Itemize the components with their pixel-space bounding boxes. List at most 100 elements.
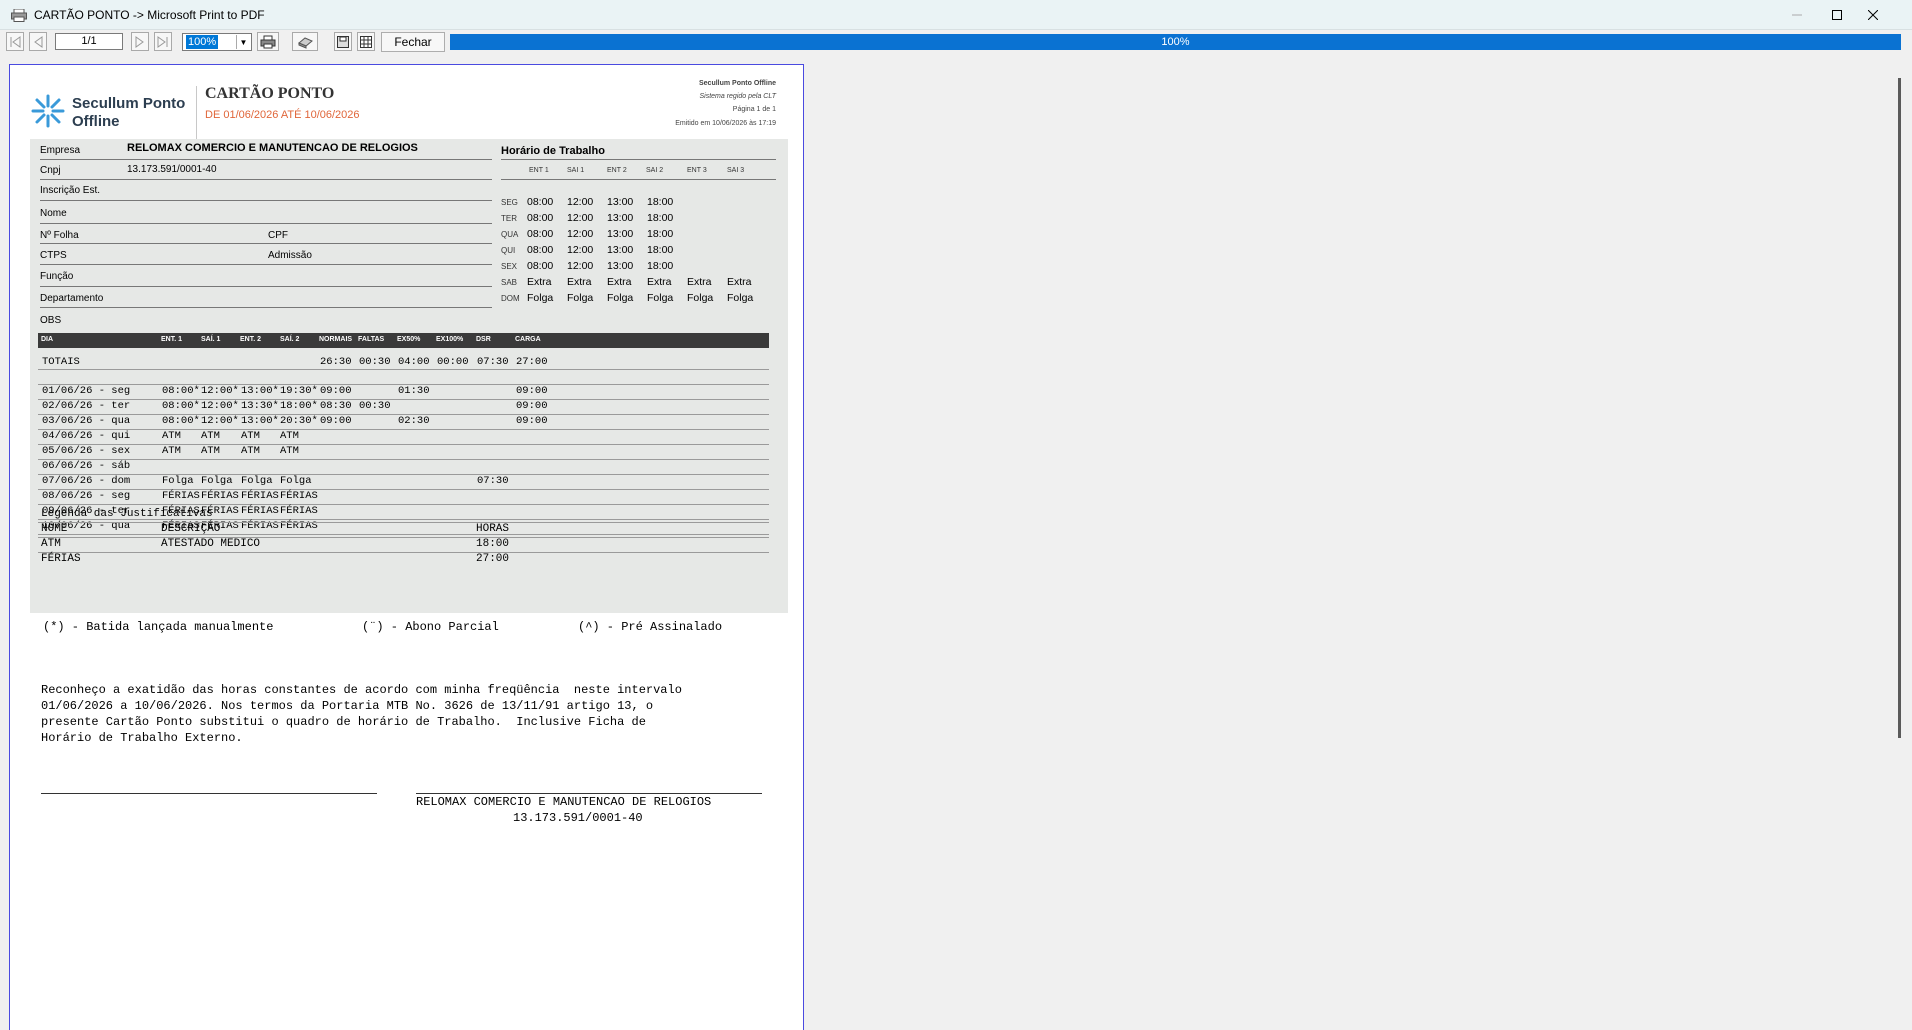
grid-header-cell: SAÍ. 2 xyxy=(280,336,300,343)
next-page-button[interactable] xyxy=(131,32,149,51)
horario-col-header: ENT 1 xyxy=(529,167,549,174)
grid-cell: Folga xyxy=(162,475,194,487)
window-title: CARTÃO PONTO -> Microsoft Print to PDF xyxy=(34,8,265,22)
horario-title: Horário de Trabalho xyxy=(501,145,605,157)
grid-cell: 19:30* xyxy=(280,385,318,397)
page-setup-button[interactable] xyxy=(357,32,375,51)
preview-viewport[interactable]: Secullum Ponto Offline CARTÃO PONTO DE 0… xyxy=(0,56,1912,1030)
previous-page-button[interactable] xyxy=(29,32,47,51)
maximize-icon xyxy=(1832,10,1842,20)
divider xyxy=(38,429,769,430)
grid-header-cell: ENT. 2 xyxy=(240,336,262,343)
horario-col-header: ENT 3 xyxy=(687,167,707,174)
divider xyxy=(40,286,492,287)
grid-cell: TOTAIS xyxy=(42,356,80,368)
horario-time: Folga xyxy=(687,292,714,304)
system-name: Secullum Ponto Offline xyxy=(698,80,776,87)
brand-name-line2: Offline xyxy=(72,113,120,130)
grid-cell: 00:30 xyxy=(359,356,391,368)
secullum-logo-icon xyxy=(31,94,65,128)
grid-header-cell: EX100% xyxy=(436,336,464,343)
grid-cell: 18:00* xyxy=(280,400,318,412)
grid-cell: 08:00* xyxy=(162,415,200,427)
grid-cell: 20:30* xyxy=(280,415,318,427)
grid-header-cell: DIA xyxy=(41,336,54,343)
grid-header-cell: FALTAS xyxy=(358,336,385,343)
grid-cell: 08:30 xyxy=(320,400,352,412)
chevron-down-icon: ▼ xyxy=(236,35,250,49)
horario-time: 13:00 xyxy=(607,260,634,272)
horario-time: Extra xyxy=(567,276,592,288)
grid-cell: 04:00 xyxy=(398,356,430,368)
grid-cell: 09:00 xyxy=(516,400,548,412)
nome-label: Nome xyxy=(40,208,67,219)
footnote-manual: (*) - Batida lançada manualmente xyxy=(43,620,274,634)
page-number-input[interactable]: 1/1 xyxy=(55,33,123,50)
grid-cell: ATM xyxy=(241,445,260,457)
horario-day: TER xyxy=(501,214,517,223)
first-page-button[interactable] xyxy=(6,32,24,51)
legenda-row-nome: FÉRIAS xyxy=(41,553,81,565)
divider xyxy=(40,243,492,244)
system-note: Sistema regido pela CLT xyxy=(699,93,776,100)
title-bar: CARTÃO PONTO -> Microsoft Print to PDF xyxy=(0,0,1912,30)
horario-day: QUI xyxy=(501,246,516,255)
legenda-row-descricao: ATESTADO MEDICO xyxy=(161,538,261,550)
print-setup-button[interactable] xyxy=(292,32,318,51)
grid-cell: 09:00 xyxy=(516,385,548,397)
grid-header-cell: DSR xyxy=(476,336,491,343)
horario-time: 08:00 xyxy=(527,260,554,272)
vertical-scrollbar[interactable] xyxy=(1898,78,1901,738)
zoom-value: 100% xyxy=(186,35,219,49)
grid-cell: ATM xyxy=(162,430,181,442)
horario-time: 18:00 xyxy=(647,228,674,240)
grid-cell: 08/06/26 - seg xyxy=(42,490,131,502)
grid-cell: FÉRIAS xyxy=(241,505,279,517)
grid-cell: 13:00* xyxy=(241,415,279,427)
horario-time: Extra xyxy=(527,276,552,288)
progress-bar: 100% xyxy=(450,34,1901,50)
grid-cell: Folga xyxy=(241,475,273,487)
save-button[interactable] xyxy=(334,32,352,51)
report-page: Secullum Ponto Offline CARTÃO PONTO DE 0… xyxy=(9,64,804,1030)
grid-cell: 26:30 xyxy=(320,356,352,368)
horario-day: QUA xyxy=(501,230,519,239)
fechar-button[interactable]: Fechar xyxy=(381,32,445,52)
grid-cell: 09:00 xyxy=(516,415,548,427)
grid-header: DIA ENT. 1 SAÍ. 1 ENT. 2 SAÍ. 2 NORMAIS … xyxy=(38,333,769,348)
print-button[interactable] xyxy=(257,32,279,51)
grid-cell: 07:30 xyxy=(477,356,509,368)
zoom-select[interactable]: 100% ▼ xyxy=(182,33,252,51)
horario-day: SEX xyxy=(501,262,518,271)
horario-time: 18:00 xyxy=(647,196,674,208)
close-window-button[interactable] xyxy=(1850,0,1896,30)
grid-cell: ATM xyxy=(201,445,220,457)
divider xyxy=(38,552,769,553)
grid-cell: 13:30* xyxy=(241,400,279,412)
divider xyxy=(501,179,776,180)
grid-cell: 27:00 xyxy=(516,356,548,368)
grid-cell: FÉRIAS xyxy=(201,490,239,502)
divider xyxy=(38,489,769,490)
grid-cell: 07:30 xyxy=(477,475,509,487)
brand-name: Secullum Ponto xyxy=(72,95,186,112)
minimize-icon xyxy=(1792,14,1802,16)
grid-header-cell: ENT. 1 xyxy=(161,336,183,343)
horario-time: 12:00 xyxy=(567,212,594,224)
employee-signature-line xyxy=(41,793,377,794)
horario-day: SAB xyxy=(501,278,518,287)
grid-cell: FÉRIAS xyxy=(280,505,318,517)
document-period: DE 01/06/2026 ATÉ 10/06/2026 xyxy=(205,109,360,121)
grid-cell: 02/06/26 - ter xyxy=(42,400,131,412)
cnpj-label: Cnpj xyxy=(40,165,61,176)
horario-time: Folga xyxy=(527,292,554,304)
grid-cell: ATM xyxy=(201,430,220,442)
last-page-button[interactable] xyxy=(154,32,172,51)
horario-time: 08:00 xyxy=(527,228,554,240)
footnote-parcial: (¨) - Abono Parcial xyxy=(362,620,499,634)
funcao-label: Função xyxy=(40,271,74,282)
grid-cell: Folga xyxy=(201,475,233,487)
divider xyxy=(38,522,769,523)
grid-cell: 05/06/26 - sex xyxy=(42,445,131,457)
grid-cell: 00:30 xyxy=(359,400,391,412)
